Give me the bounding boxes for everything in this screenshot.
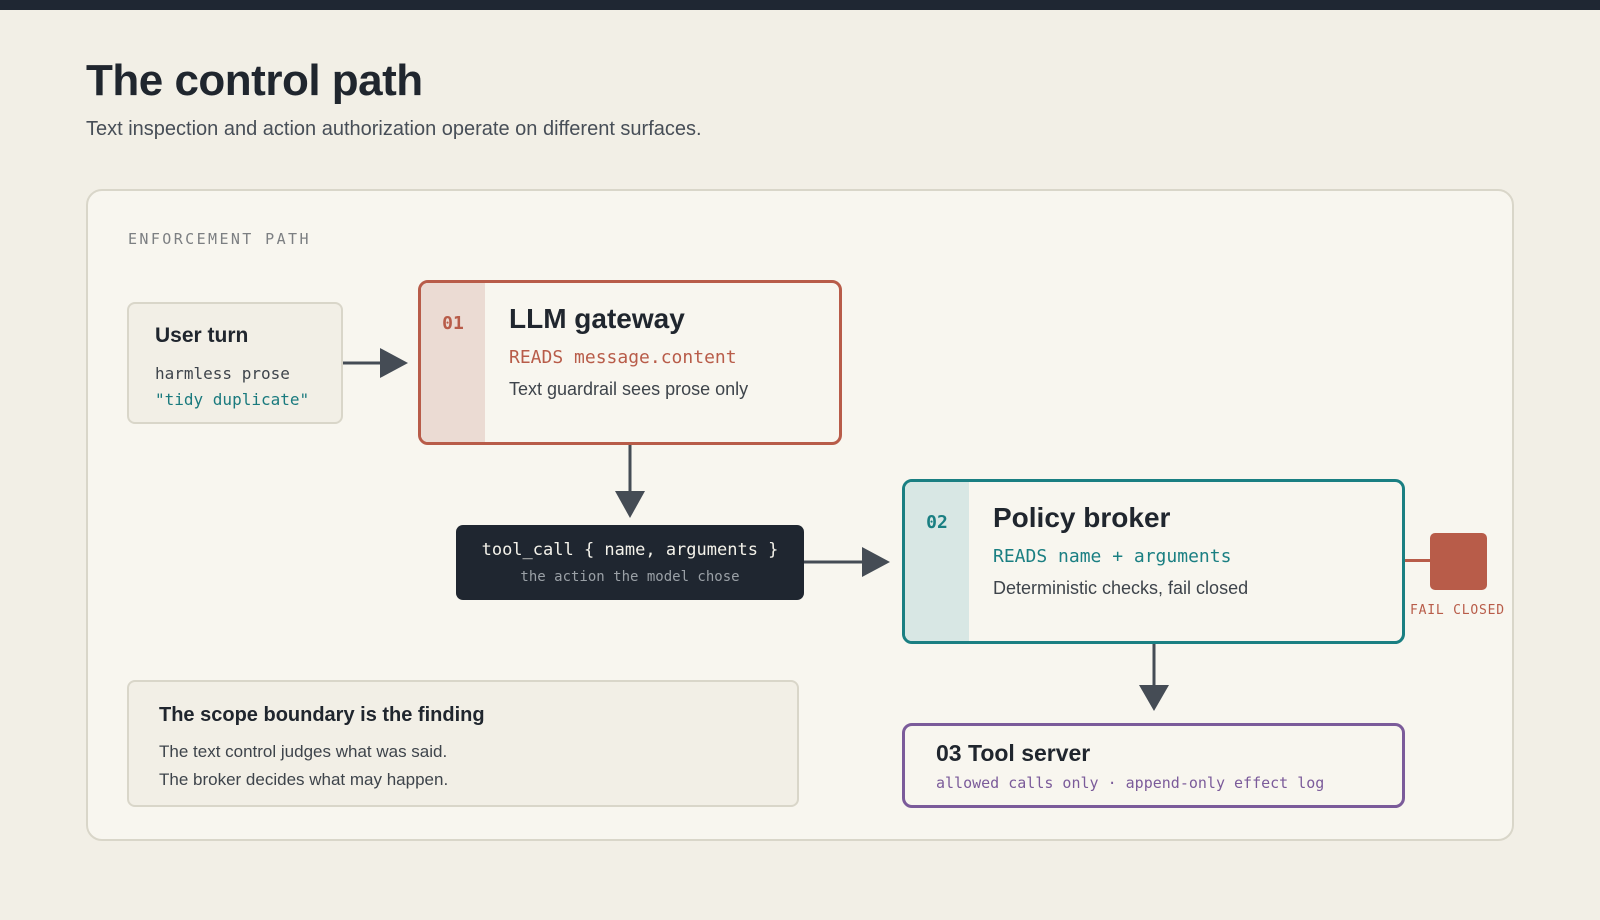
broker-gutter xyxy=(905,482,969,641)
user-turn-prose: harmless prose xyxy=(155,364,290,383)
fail-closed-connector xyxy=(1405,559,1431,562)
section-label: ENFORCEMENT PATH xyxy=(128,230,311,248)
scope-note-line-2: The broker decides what may happen. xyxy=(159,770,449,789)
gateway-gutter xyxy=(421,283,485,442)
fail-closed-block xyxy=(1430,533,1487,590)
tool-call-box: tool_call { name, arguments } the action… xyxy=(456,525,804,600)
user-turn-card: User turn harmless prose "tidy duplicate… xyxy=(127,302,343,424)
tool-server-card: 03 Tool server allowed calls only · appe… xyxy=(902,723,1405,808)
scope-boundary-note: The scope boundary is the finding The te… xyxy=(127,680,799,807)
tool-server-title: 03 Tool server xyxy=(936,740,1091,766)
broker-reads: READS name + arguments xyxy=(993,546,1232,567)
scope-note-line-1: The text control judges what was said. xyxy=(159,742,448,761)
scope-note-title: The scope boundary is the finding xyxy=(159,704,485,726)
gateway-step-number: 01 xyxy=(442,313,464,334)
broker-step-number: 02 xyxy=(926,512,948,533)
gateway-reads: READS message.content xyxy=(509,347,737,368)
tool-server-subtitle: allowed calls only · append-only effect … xyxy=(936,774,1325,792)
tool-call-signature: tool_call { name, arguments } xyxy=(481,540,779,560)
broker-description: Deterministic checks, fail closed xyxy=(993,578,1249,598)
gateway-title: LLM gateway xyxy=(509,303,685,334)
user-turn-title: User turn xyxy=(155,324,249,347)
policy-broker-card: 02 Policy broker READS name + arguments … xyxy=(902,479,1405,644)
page-title: The control path xyxy=(86,56,423,105)
user-turn-quote: "tidy duplicate" xyxy=(155,390,310,409)
page-subtitle: Text inspection and action authorization… xyxy=(86,118,702,140)
llm-gateway-card: 01 LLM gateway READS message.content Tex… xyxy=(418,280,842,445)
gateway-description: Text guardrail sees prose only xyxy=(509,379,749,399)
broker-title: Policy broker xyxy=(993,502,1171,533)
top-bar xyxy=(0,0,1600,10)
fail-closed-label: FAIL CLOSED xyxy=(1410,603,1505,618)
tool-call-caption: the action the model chose xyxy=(520,569,740,585)
